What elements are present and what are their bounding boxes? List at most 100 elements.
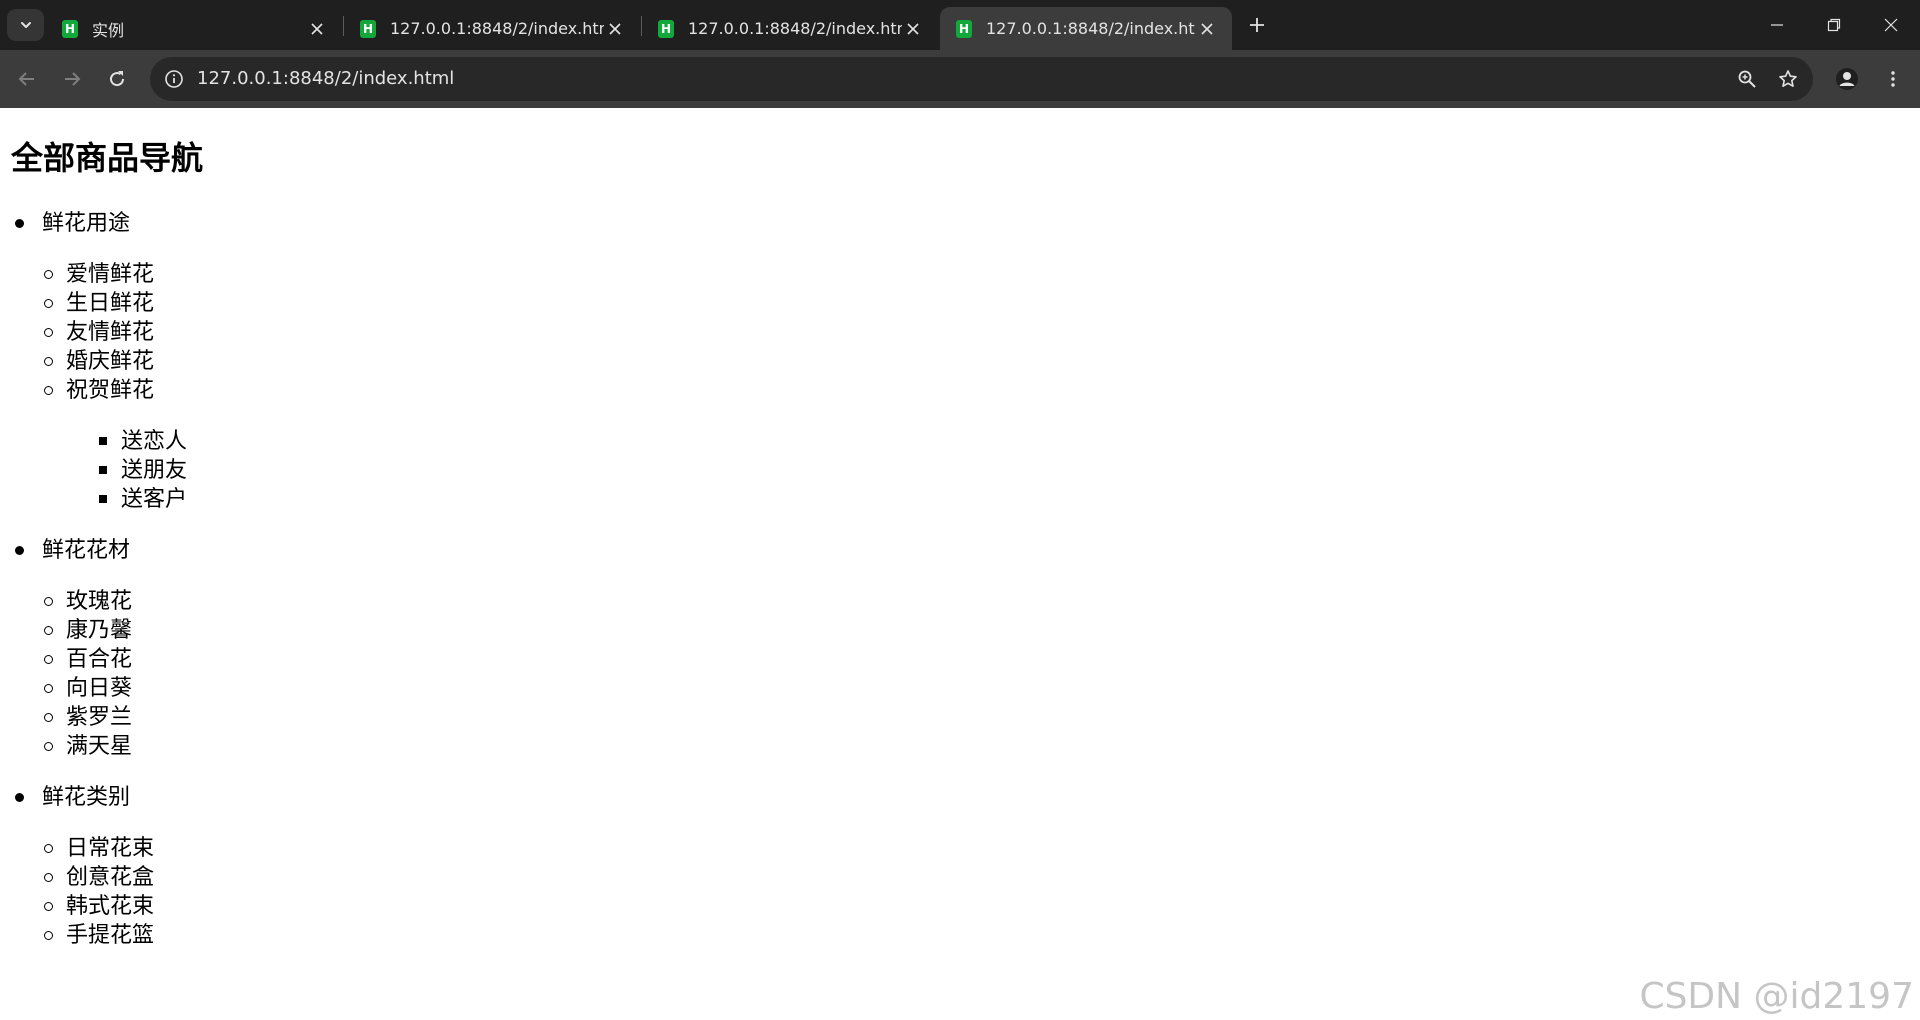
sub-list-item: 送恋人 (99, 427, 188, 456)
circle-bullet (44, 844, 53, 853)
list-item-label: 友情鲜花 (66, 320, 155, 345)
bookmark-star-icon[interactable] (1776, 67, 1800, 91)
arrow-left-icon (18, 72, 34, 86)
chevron-down-icon (20, 22, 31, 28)
tab-4-active[interactable]: H 127.0.0.1:8848/2/index.html (940, 7, 1232, 50)
forward-button[interactable] (56, 63, 88, 95)
browser-toolbar: 127.0.0.1:8848/2/index.html (0, 50, 1920, 108)
tab-close-button[interactable] (902, 18, 924, 40)
tab-close-button[interactable] (604, 18, 626, 40)
reload-button[interactable] (101, 63, 133, 95)
tab-3[interactable]: H 127.0.0.1:8848/2/index.html (642, 7, 938, 50)
tab-2[interactable]: H 127.0.0.1:8848/2/index.html (344, 7, 640, 50)
browser-window: H 实例 H 127.0.0.1:8848/2/index.html H 127… (0, 0, 1920, 1020)
page-content: 全部商品导航 鲜花用途 爱情鲜花 生日鲜花 友情鲜花 婚庆鲜花 祝贺鲜花 送恋人… (0, 108, 1920, 1020)
tab-title: 127.0.0.1:8848/2/index.html (390, 19, 604, 38)
list-item: 日常花束 (44, 834, 155, 863)
address-bar[interactable]: 127.0.0.1:8848/2/index.html (150, 57, 1813, 101)
zoom-icon[interactable] (1735, 67, 1759, 91)
hbuilder-favicon-icon: H (658, 19, 674, 38)
tab-close-button[interactable] (1196, 18, 1218, 40)
category-label: 鲜花用途 (42, 211, 131, 236)
site-info-icon[interactable] (162, 67, 186, 91)
csdn-watermark: CSDN @id2197 (1639, 976, 1914, 1017)
tab-search-button[interactable] (7, 9, 44, 41)
tab-title: 实例 (92, 20, 125, 40)
list-item: 创意花盒 (44, 863, 155, 892)
circle-bullet (44, 626, 53, 635)
restore-button[interactable] (1805, 0, 1863, 50)
list-item-label: 紫罗兰 (66, 705, 133, 730)
circle-bullet (44, 270, 53, 279)
disc-bullet (15, 546, 24, 555)
list-item-label: 康乃馨 (66, 618, 133, 643)
list-item: 百合花 (44, 645, 133, 674)
list-item: 向日葵 (44, 674, 133, 703)
circle-bullet (44, 299, 53, 308)
list-item: 婚庆鲜花 (44, 347, 154, 376)
list-item-label: 向日葵 (66, 676, 133, 701)
more-vertical-icon (1891, 71, 1895, 87)
list-item: 友情鲜花 (44, 318, 155, 347)
category-label: 鲜花花材 (42, 538, 131, 563)
list-item-label: 百合花 (66, 647, 133, 672)
tab-1[interactable]: H 实例 (46, 7, 342, 50)
disc-bullet (15, 219, 24, 228)
circle-bullet (44, 902, 53, 911)
arrow-right-icon (65, 72, 81, 86)
reload-icon (110, 71, 125, 87)
list-item-label: 手提花篮 (66, 923, 155, 948)
list-item: 玫瑰花 (44, 587, 133, 616)
list-item-label: 玫瑰花 (66, 589, 133, 614)
category-label: 鲜花类别 (42, 785, 131, 810)
circle-bullet (44, 597, 53, 606)
circle-bullet (44, 742, 53, 751)
category-item: 鲜花用途 (15, 209, 131, 238)
list-item-label: 送朋友 (121, 458, 188, 483)
tab-strip: H 实例 H 127.0.0.1:8848/2/index.html H 127… (0, 0, 1920, 50)
close-icon (907, 22, 919, 35)
circle-bullet (44, 873, 53, 882)
list-item: 手提花篮 (44, 921, 155, 950)
list-item: 韩式花束 (44, 892, 155, 921)
menu-button[interactable] (1877, 63, 1909, 95)
list-item: 爱情鲜花 (44, 260, 155, 289)
profile-avatar-icon (1836, 68, 1858, 90)
circle-bullet (44, 684, 53, 693)
list-item: 康乃馨 (44, 616, 133, 645)
close-icon (609, 22, 621, 35)
list-item-label: 日常花束 (66, 836, 155, 861)
hbuilder-favicon-icon: H (360, 19, 376, 38)
close-icon (1884, 18, 1898, 32)
category-item: 鲜花类别 (15, 783, 131, 812)
restore-icon (1827, 18, 1841, 32)
tab-title: 127.0.0.1:8848/2/index.html (986, 19, 1196, 38)
category-item: 鲜花花材 (15, 536, 131, 565)
back-button[interactable] (11, 63, 43, 95)
list-item: 祝贺鲜花 (44, 376, 155, 405)
profile-button[interactable] (1831, 63, 1863, 95)
list-item-label: 爱情鲜花 (66, 262, 155, 287)
address-url[interactable]: 127.0.0.1:8848/2/index.html (197, 57, 454, 101)
circle-bullet (44, 328, 53, 337)
list-item: 紫罗兰 (44, 703, 133, 732)
circle-bullet (44, 713, 53, 722)
list-item-label: 送恋人 (121, 429, 188, 454)
tab-close-button[interactable] (306, 18, 328, 40)
list-item-label: 韩式花束 (66, 894, 155, 919)
list-item-label: 祝贺鲜花 (66, 378, 155, 403)
new-tab-button[interactable] (1245, 13, 1269, 37)
square-bullet (99, 437, 107, 445)
sub-list-item: 送朋友 (99, 456, 188, 485)
circle-bullet (44, 655, 53, 664)
list-item-label: 满天星 (66, 734, 133, 759)
square-bullet (99, 495, 107, 503)
minimize-button[interactable] (1748, 0, 1806, 50)
hbuilder-favicon-icon: H (62, 19, 78, 38)
list-item: 满天星 (44, 732, 133, 761)
plus-icon (1250, 18, 1264, 32)
list-item-label: 创意花盒 (66, 865, 155, 890)
window-close-button[interactable] (1862, 0, 1920, 50)
disc-bullet (15, 793, 24, 802)
close-icon (311, 22, 323, 35)
